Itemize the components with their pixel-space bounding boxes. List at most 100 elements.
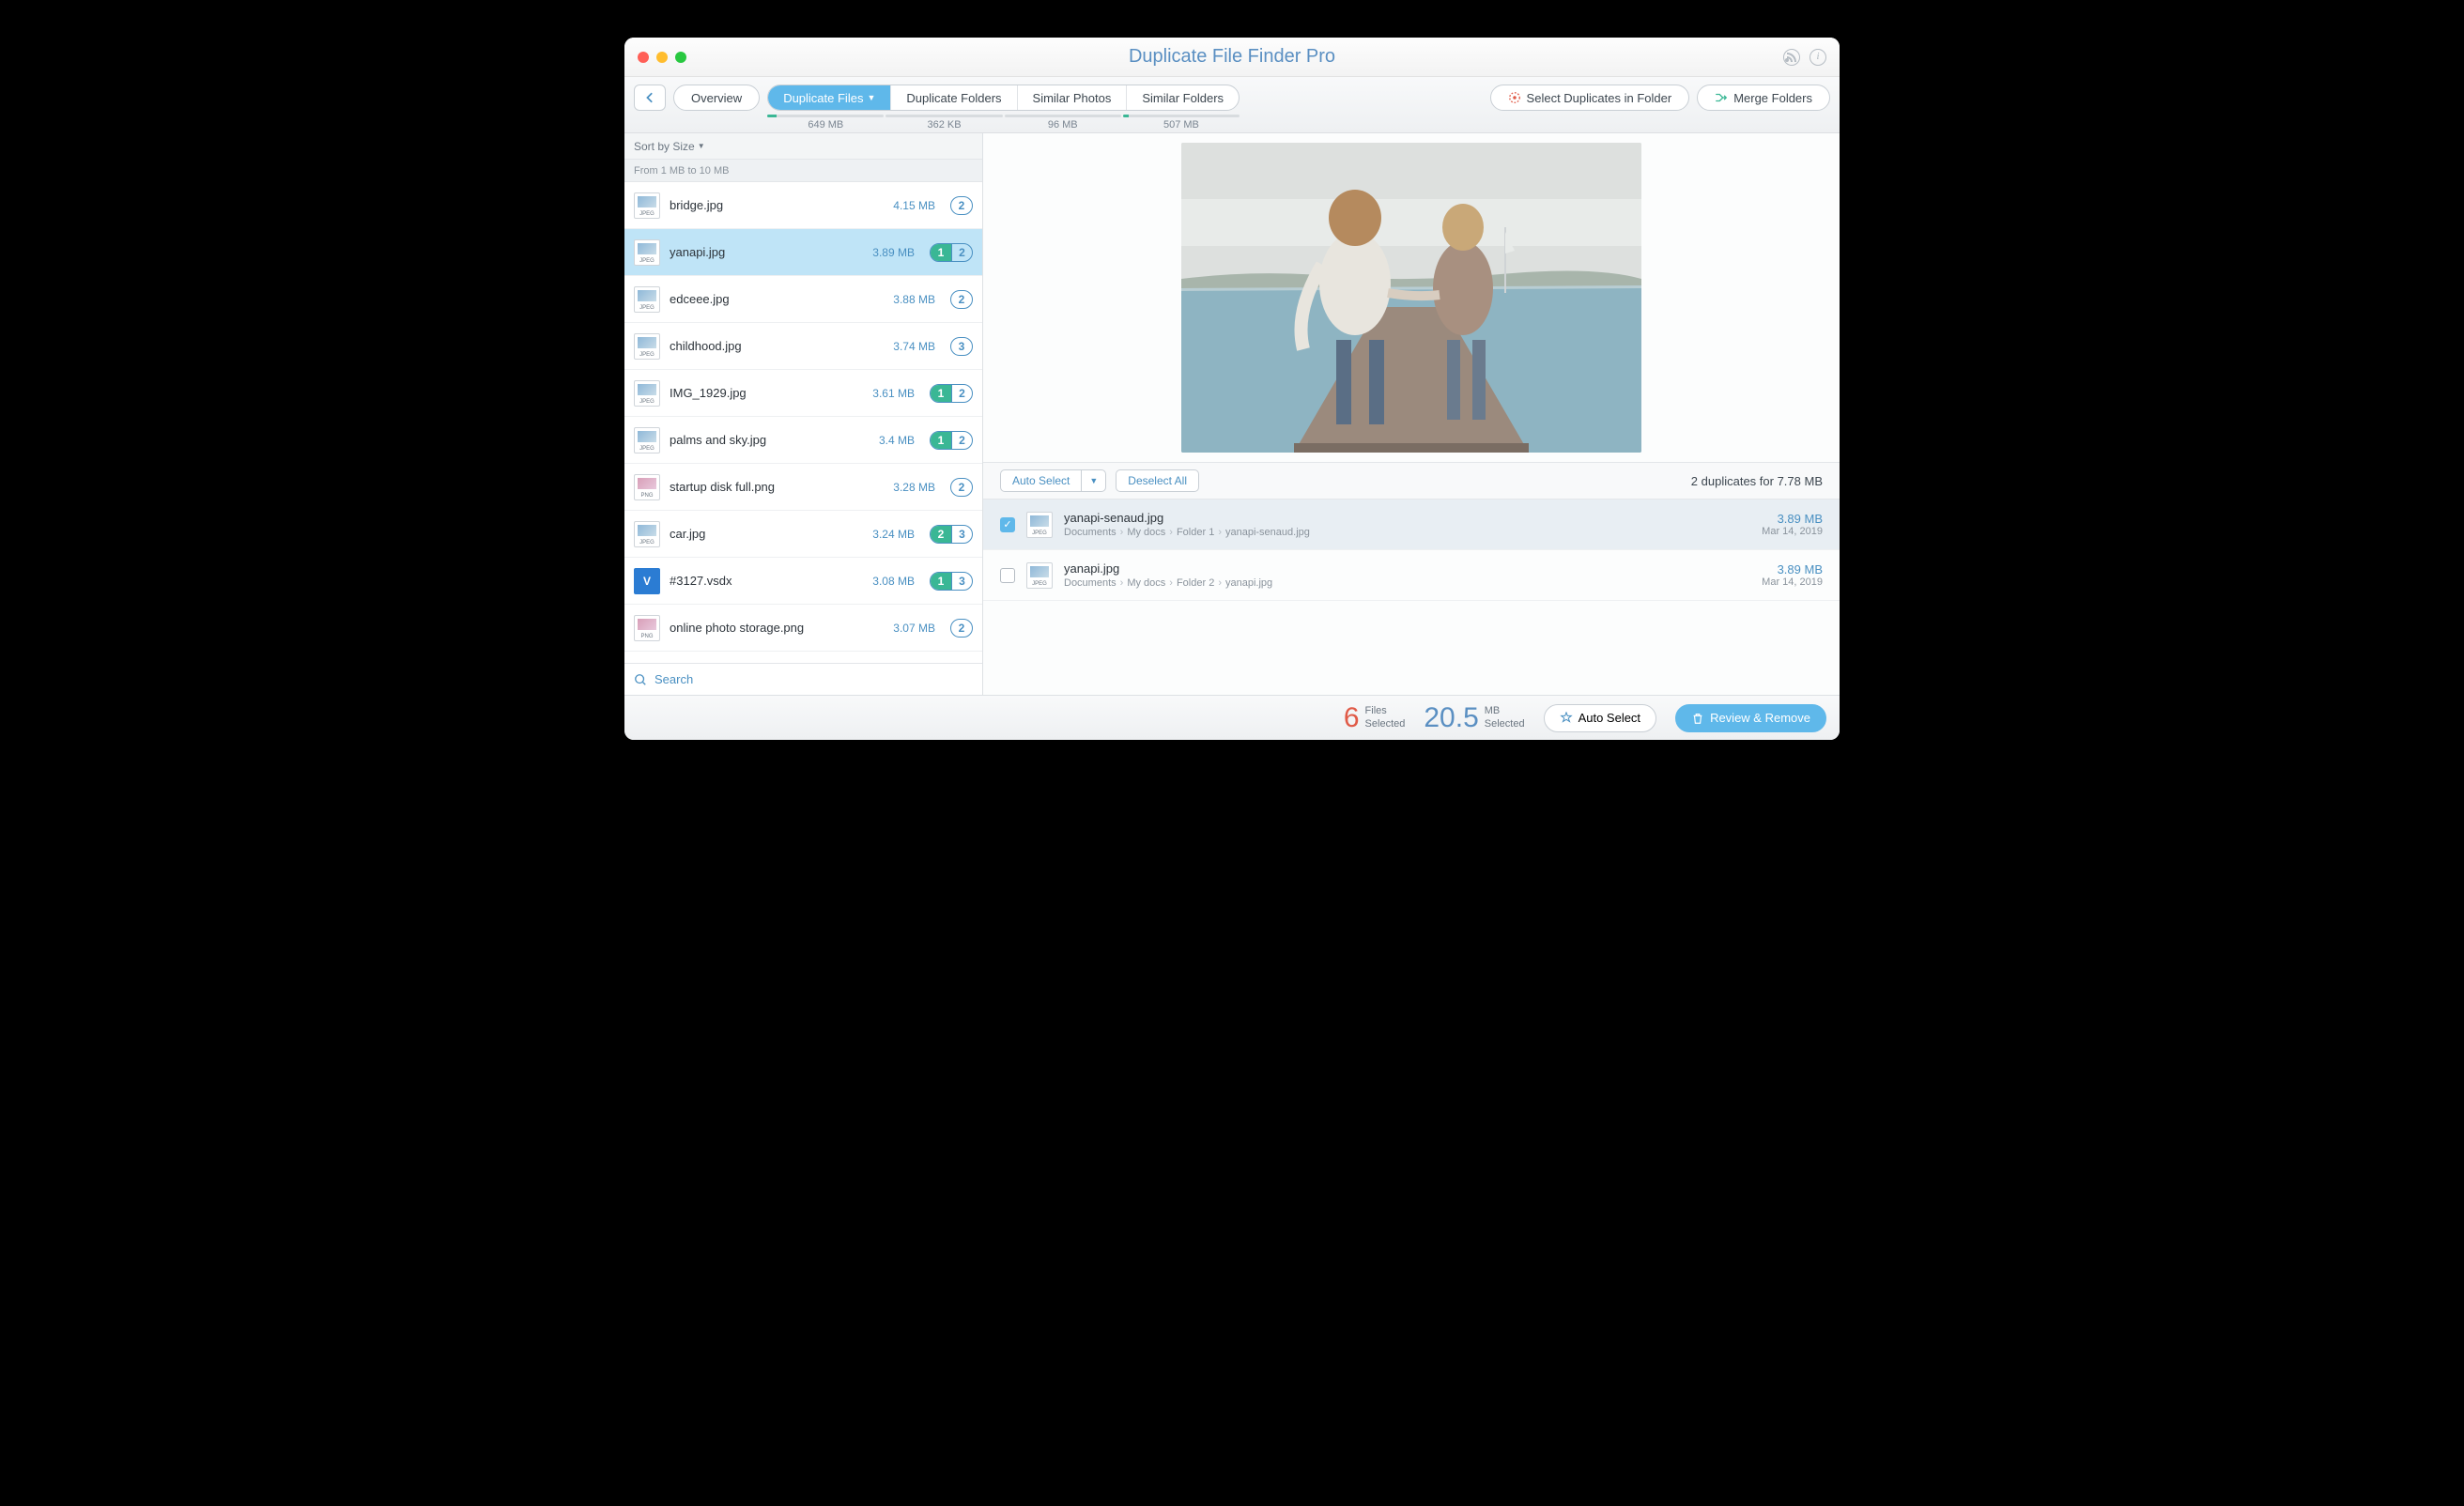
duplicate-path: Documents›My docs›Folder 2›yanapi.jpg (1064, 577, 1750, 589)
file-icon: JPEG (1026, 562, 1053, 589)
auto-select-button[interactable]: Auto Select (1544, 704, 1657, 732)
file-size: 3.07 MB (893, 622, 935, 635)
review-remove-button[interactable]: Review & Remove (1675, 704, 1826, 732)
file-list: JPEGbridge.jpg4.15 MB2JPEGyanapi.jpg3.89… (624, 182, 982, 663)
select-duplicates-in-folder-button[interactable]: Select Duplicates in Folder (1490, 85, 1690, 111)
duplicates-summary: 2 duplicates for 7.78 MB (1691, 474, 1823, 488)
auto-select-dropdown[interactable]: Auto Select ▼ (1000, 469, 1106, 492)
file-row[interactable]: JPEGyanapi.jpg3.89 MB12 (624, 229, 982, 276)
zoom-icon[interactable] (675, 52, 686, 63)
count-badge: 2 (950, 196, 973, 215)
file-size: 3.28 MB (893, 481, 935, 494)
minimize-icon[interactable] (656, 52, 668, 63)
file-icon: JPEG (634, 333, 660, 360)
count-badge-group: 23 (930, 525, 973, 544)
tab-progress: 507 MB (1123, 115, 1240, 131)
tab-duplicate-files[interactable]: Duplicate Files▼ (768, 85, 891, 110)
file-row[interactable]: JPEGbridge.jpg4.15 MB2 (624, 182, 982, 229)
files-selected-stat: 6 FilesSelected (1344, 702, 1406, 734)
duplicate-list: ✓ JPEG yanapi-senaud.jpg Documents›My docs›… (983, 499, 1840, 695)
file-icon: JPEG (634, 427, 660, 453)
search-bar (624, 663, 982, 695)
tab-progress: 362 KB (886, 115, 1002, 131)
file-icon: JPEG (634, 239, 660, 266)
file-row[interactable]: V #3127.vsdx 3.08 MB 13 (624, 558, 982, 605)
file-icon: JPEG (634, 192, 660, 219)
close-icon[interactable] (638, 52, 649, 63)
file-size: 3.61 MB (872, 387, 915, 400)
checkbox[interactable] (1000, 568, 1015, 583)
file-icon: JPEG (634, 380, 660, 407)
sidebar: Sort by Size▼ From 1 MB to 10 MB JPEGbri… (624, 133, 983, 695)
tab-progress: 649 MB (767, 115, 884, 131)
traffic-lights (624, 52, 686, 63)
search-icon (634, 673, 647, 686)
file-row[interactable]: PNG startup disk full.png 3.28 MB 2 (624, 464, 982, 511)
chevron-down-icon: ▼ (867, 93, 875, 102)
count-badge-group: 12 (930, 384, 973, 403)
duplicate-name: yanapi-senaud.jpg (1064, 511, 1750, 525)
file-icon: JPEG (1026, 512, 1053, 538)
file-icon: JPEG (634, 521, 660, 547)
count-badge: 2 (950, 290, 973, 309)
tab-duplicate-folders[interactable]: Duplicate Folders (891, 85, 1017, 110)
duplicate-date: Mar 14, 2019 (1762, 526, 1823, 537)
file-icon: PNG (634, 474, 660, 500)
titlebar: Duplicate File Finder Pro i (624, 38, 1840, 77)
file-icon: V (634, 568, 660, 594)
count-badge-group: 12 (930, 431, 973, 450)
file-name: #3127.vsdx (670, 574, 863, 588)
preview-area (983, 133, 1840, 462)
file-row[interactable]: JPEGpalms and sky.jpg3.4 MB12 (624, 417, 982, 464)
size-range-header: From 1 MB to 10 MB (624, 160, 982, 182)
detail-toolbar: Auto Select ▼ Deselect All 2 duplicates … (983, 462, 1840, 499)
chevron-down-icon: ▼ (1081, 470, 1105, 491)
file-icon: JPEG (634, 286, 660, 313)
sort-dropdown[interactable]: Sort by Size▼ (624, 133, 982, 160)
rss-icon[interactable] (1783, 49, 1800, 66)
duplicate-size: 3.89 MB (1762, 512, 1823, 526)
count-badge-group: 12 (930, 243, 973, 262)
info-icon[interactable]: i (1810, 49, 1826, 66)
file-row[interactable]: JPEGcar.jpg3.24 MB23 (624, 511, 982, 558)
toolbar: Overview Duplicate Files▼Duplicate Folde… (624, 77, 1840, 133)
duplicate-name: yanapi.jpg (1064, 561, 1750, 576)
count-badge: 2 (950, 478, 973, 497)
duplicate-path: Documents›My docs›Folder 1›yanapi-senaud… (1064, 527, 1750, 538)
main-panel: Auto Select ▼ Deselect All 2 duplicates … (983, 133, 1840, 695)
file-name: edceee.jpg (670, 292, 884, 306)
tab-similar-folders[interactable]: Similar Folders (1127, 85, 1239, 110)
file-size: 3.4 MB (879, 434, 915, 447)
file-size: 4.15 MB (893, 199, 935, 212)
duplicate-row[interactable]: JPEG yanapi.jpgDocuments›My docs›Folder 2… (983, 550, 1840, 601)
deselect-all-button[interactable]: Deselect All (1116, 469, 1199, 492)
duplicate-date: Mar 14, 2019 (1762, 576, 1823, 588)
count-badge: 3 (950, 337, 973, 356)
preview-image (1181, 143, 1641, 453)
tab-similar-photos[interactable]: Similar Photos (1018, 85, 1128, 110)
file-size: 3.89 MB (872, 246, 915, 259)
file-row[interactable]: PNGonline photo storage.png3.07 MB2 (624, 605, 982, 652)
count-badge-group: 13 (930, 572, 973, 591)
overview-button[interactable]: Overview (673, 85, 760, 111)
file-name: online photo storage.png (670, 621, 884, 635)
merge-folders-button[interactable]: Merge Folders (1697, 85, 1830, 111)
file-row[interactable]: JPEG edceee.jpg 3.88 MB 2 (624, 276, 982, 323)
file-name: childhood.jpg (670, 339, 884, 353)
search-input[interactable] (654, 672, 973, 686)
file-size: 3.88 MB (893, 293, 935, 306)
file-size: 3.08 MB (872, 575, 915, 588)
mb-selected-stat: 20.5 MBSelected (1424, 702, 1524, 734)
back-button[interactable] (634, 85, 666, 111)
tab-progress: 96 MB (1005, 115, 1121, 131)
chevron-down-icon: ▼ (698, 142, 705, 150)
duplicate-row[interactable]: ✓ JPEG yanapi-senaud.jpg Documents›My docs›… (983, 499, 1840, 550)
file-size: 3.74 MB (893, 340, 935, 353)
window-title: Duplicate File Finder Pro (1129, 46, 1335, 68)
checkbox[interactable]: ✓ (1000, 517, 1015, 532)
file-icon: PNG (634, 615, 660, 641)
file-row[interactable]: JPEGIMG_1929.jpg3.61 MB12 (624, 370, 982, 417)
file-name: startup disk full.png (670, 480, 884, 494)
file-name: car.jpg (670, 527, 863, 541)
file-row[interactable]: JPEG childhood.jpg 3.74 MB 3 (624, 323, 982, 370)
